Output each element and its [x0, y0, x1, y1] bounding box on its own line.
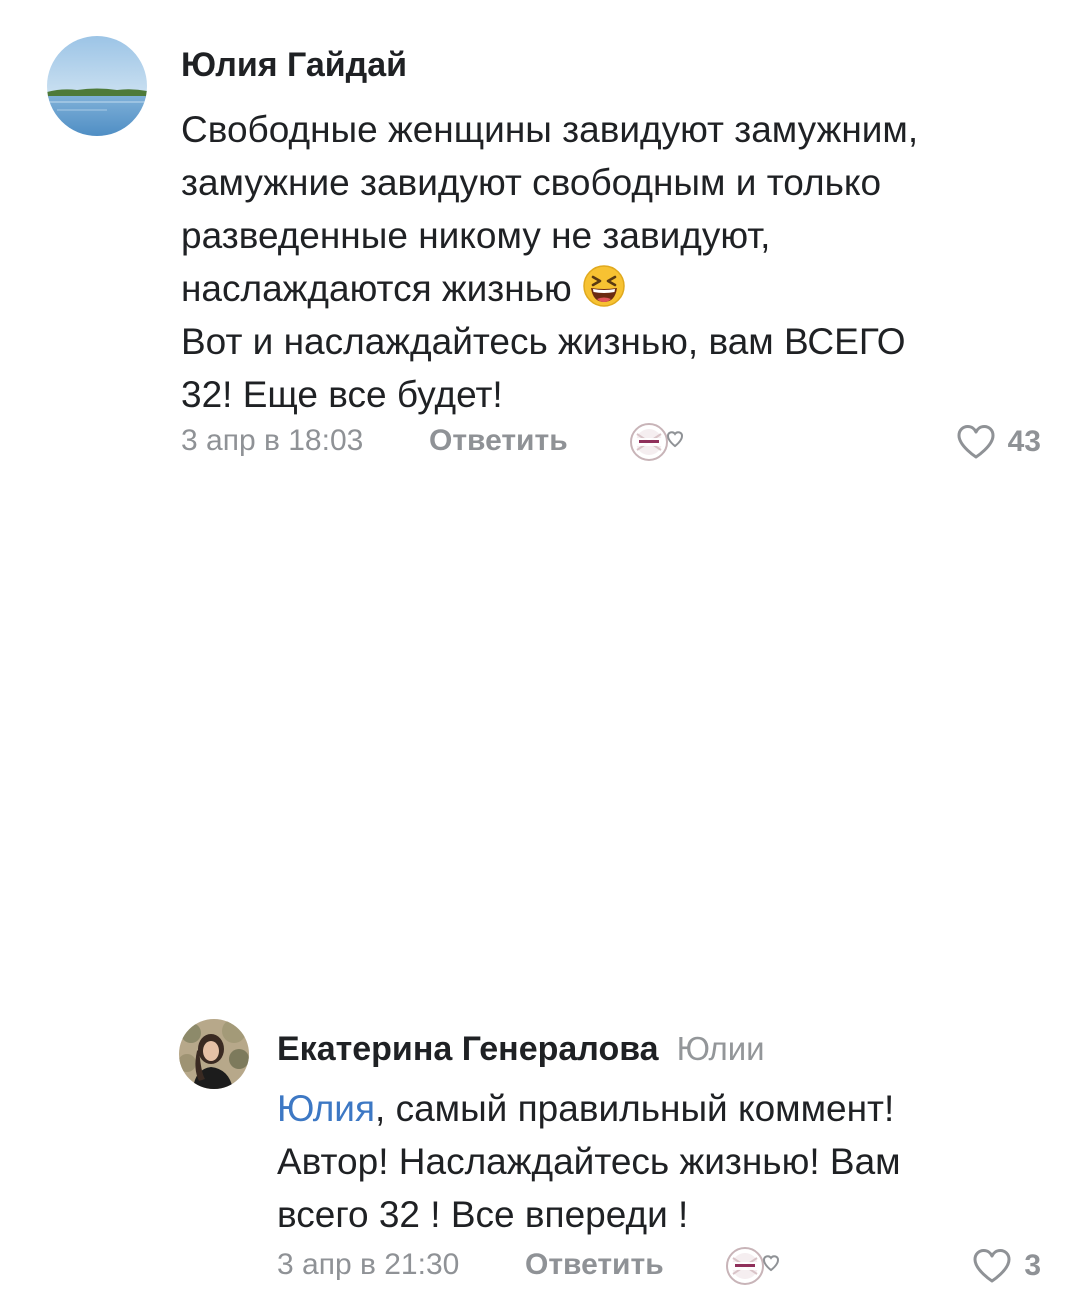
like-button[interactable]: 3 — [972, 1246, 1041, 1286]
heart-outline-icon — [957, 425, 995, 459]
avatar[interactable] — [47, 36, 147, 136]
author-like-badge-icon[interactable] — [627, 420, 687, 464]
comment-text: Свободные женщины завидуют замужним, зам… — [181, 103, 1061, 421]
comment-text-line: 32! Еще все будет! — [181, 374, 503, 415]
mention-link[interactable]: Юлия — [277, 1088, 375, 1129]
author-line: Юлия Гайдай — [181, 46, 407, 85]
author-like-badge-icon[interactable] — [723, 1244, 783, 1288]
comment-text-line: Автор! Наслаждайтесь жизнью! Вам — [277, 1141, 901, 1182]
comment-text-line-with-mention: Юлия, самый правильный коммент! — [277, 1082, 1057, 1135]
comment-text-line: наслаждаются жизнью — [181, 268, 572, 309]
reply-to-label[interactable]: Юлии — [677, 1030, 765, 1067]
avatar[interactable] — [179, 1019, 249, 1089]
comment-text-line: разведенные никому не завидуют, — [181, 215, 771, 256]
reply-button[interactable]: Ответить — [429, 424, 568, 458]
comment-text: Юлия, самый правильный коммент! Автор! Н… — [277, 1082, 1057, 1241]
comment-timestamp[interactable]: 3 апр в 21:30 — [277, 1248, 459, 1282]
comment-text-line: всего 32 ! Все впереди ! — [277, 1194, 689, 1235]
author-name[interactable]: Юлия Гайдай — [181, 46, 407, 84]
like-count: 3 — [1024, 1249, 1041, 1282]
comment-timestamp[interactable]: 3 апр в 18:03 — [181, 424, 363, 458]
author-name[interactable]: Екатерина Генералова — [277, 1030, 659, 1068]
comment-text-line-with-emoji: наслаждаются жизнью — [181, 262, 1061, 315]
heart-outline-icon — [973, 1249, 1011, 1283]
comment-text-line: замужние завидуют свободным и только — [181, 162, 882, 203]
author-line: Екатерина Генералова Юлии — [277, 1030, 765, 1069]
comment-actions: 3 апр в 18:03 Ответить 43 — [181, 420, 1041, 464]
comment-text-line: , самый правильный коммент! — [375, 1088, 895, 1129]
comment-actions: 3 апр в 21:30 Ответить 3 — [277, 1244, 1041, 1288]
laughing-squint-emoji-icon — [582, 264, 626, 308]
like-button[interactable]: 43 — [956, 422, 1041, 462]
comment-text-line: Свободные женщины завидуют замужним, — [181, 109, 919, 150]
reply-comment: Екатерина Генералова Юлии Юлия, самый пра… — [0, 500, 1080, 1285]
like-count: 43 — [1007, 425, 1041, 458]
comment: Юлия Гайдай Свободные женщины завидуют з… — [0, 0, 1080, 480]
comment-text-line: Вот и наслаждайтесь жизнью, вам ВСЕГО — [181, 321, 906, 362]
reply-button[interactable]: Ответить — [525, 1248, 664, 1282]
